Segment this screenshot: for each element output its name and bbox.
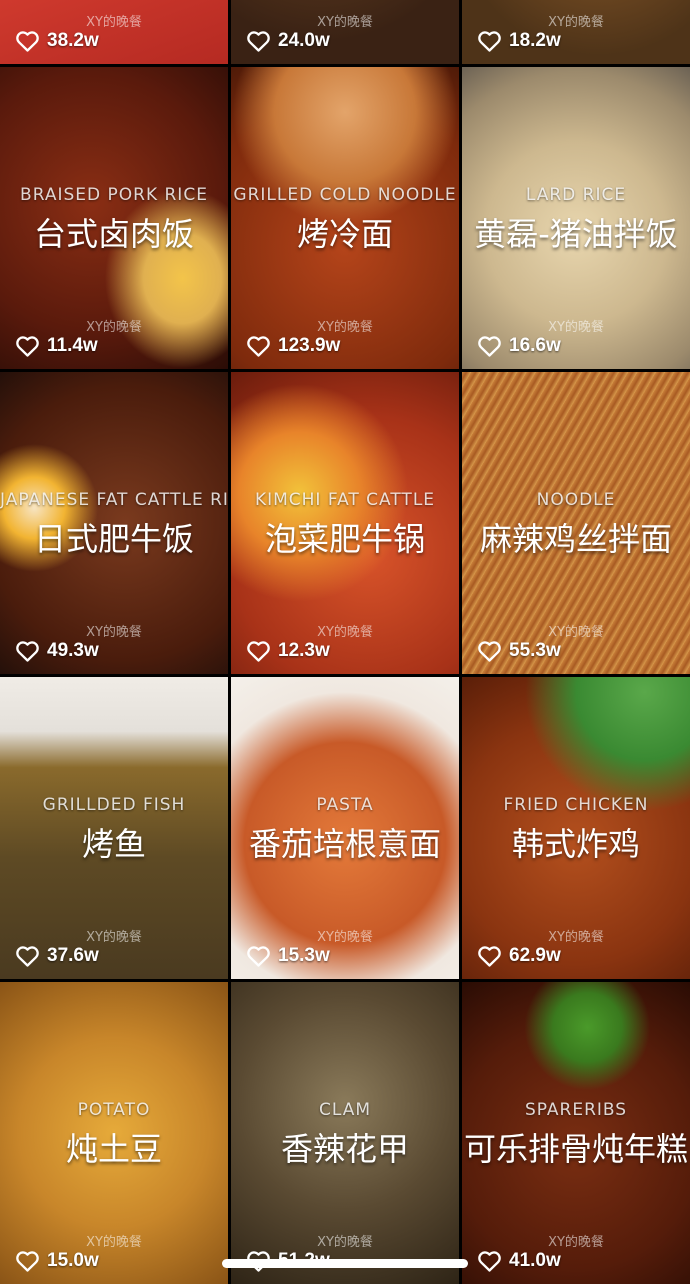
like-count: 11.4w bbox=[15, 333, 98, 359]
dish-english-title: BRAISED PORK RICE bbox=[20, 185, 208, 205]
video-thumbnail[interactable]: GRILLED COLD NOODLE 烤冷面 XY的晚餐 123.9w bbox=[231, 67, 459, 369]
like-count: 15.3w bbox=[246, 943, 330, 969]
video-thumbnail[interactable]: PASTA 番茄培根意面 XY的晚餐 15.3w bbox=[231, 677, 459, 979]
heart-icon bbox=[15, 945, 40, 967]
like-count: 123.9w bbox=[246, 333, 340, 359]
video-thumbnail[interactable]: FRIED CHICKEN 韩式炸鸡 XY的晚餐 62.9w bbox=[462, 677, 690, 979]
home-indicator[interactable] bbox=[222, 1259, 468, 1268]
heart-icon bbox=[477, 335, 502, 357]
dish-chinese-title: 可乐排骨炖年糕 bbox=[463, 1130, 688, 1168]
heart-icon bbox=[477, 1250, 502, 1272]
like-count-value: 62.9w bbox=[509, 945, 561, 966]
like-count: 16.6w bbox=[477, 333, 561, 359]
like-count-value: 123.9w bbox=[278, 335, 341, 356]
video-thumbnail[interactable]: CLAM香辣花甲XY的晚餐51.2w bbox=[231, 982, 459, 1284]
heart-icon bbox=[246, 335, 271, 357]
like-count: 15.0w bbox=[15, 1248, 99, 1274]
dish-chinese-title: 炖土豆 bbox=[65, 1130, 162, 1168]
dish-chinese-title: 日式肥牛饭 bbox=[33, 520, 194, 558]
heart-icon bbox=[15, 1250, 40, 1272]
dish-english-title: POTATO bbox=[77, 1100, 151, 1120]
video-thumbnail[interactable]: XY的晚餐 24.0w bbox=[231, 0, 459, 64]
heart-icon bbox=[15, 640, 40, 662]
like-count-value: 55.3w bbox=[509, 640, 561, 661]
heart-icon bbox=[477, 30, 502, 52]
like-count: 24.0w bbox=[246, 28, 330, 54]
like-count: 38.2w bbox=[15, 28, 99, 54]
heart-icon bbox=[15, 335, 40, 357]
dish-english-title: NOODLE bbox=[536, 490, 616, 510]
heart-icon bbox=[477, 945, 502, 967]
dish-english-title: SPARERIBS bbox=[524, 1100, 628, 1120]
video-thumbnail[interactable]: SPARERIBS 可乐排骨炖年糕 XY的晚餐 41.0w bbox=[462, 982, 690, 1284]
like-count: 41.0w bbox=[477, 1248, 561, 1274]
dish-chinese-title: 烤鱼 bbox=[81, 825, 146, 863]
dish-english-title: JAPANESE FAT CATTLE RICE bbox=[0, 490, 228, 510]
like-count-value: 38.2w bbox=[47, 30, 99, 51]
like-count-value: 15.0w bbox=[47, 1250, 99, 1271]
dish-english-title: PASTA bbox=[316, 795, 374, 815]
dish-chinese-title: 黄磊-猪油拌饭 bbox=[474, 215, 678, 253]
video-thumbnail[interactable]: BRAISED PORK RICE 台式卤肉饭 XY的晚餐 11.4w bbox=[0, 67, 228, 369]
video-thumbnail[interactable]: LARD RICE 黄磊-猪油拌饭 XY的晚餐 16.6w bbox=[462, 67, 690, 369]
heart-icon bbox=[477, 640, 502, 662]
dish-chinese-title: 泡菜肥牛锅 bbox=[264, 520, 425, 558]
heart-icon bbox=[246, 640, 271, 662]
like-count-value: 18.2w bbox=[509, 30, 561, 51]
dish-chinese-title: 麻辣鸡丝拌面 bbox=[479, 520, 672, 558]
dish-english-title: CLAM bbox=[318, 1100, 372, 1120]
dish-english-title: GRILLED COLD NOODLE bbox=[233, 185, 457, 205]
like-count-value: 37.6w bbox=[47, 945, 99, 966]
dish-chinese-title: 香辣花甲 bbox=[280, 1130, 409, 1168]
dish-chinese-title: 烤冷面 bbox=[296, 215, 393, 253]
video-thumbnail[interactable]: KIMCHI FAT CATTLE 泡菜肥牛锅 XY的晚餐 12.3w bbox=[231, 372, 459, 674]
like-count-value: 16.6w bbox=[509, 335, 561, 356]
video-thumbnail[interactable]: GRILLDED FISH 烤鱼 XY的晚餐 37.6w bbox=[0, 677, 228, 979]
like-count-value: 24.0w bbox=[278, 30, 330, 51]
video-thumbnail[interactable]: NOODLE 麻辣鸡丝拌面 XY的晚餐 55.3w bbox=[462, 372, 690, 674]
like-count: 12.3w bbox=[246, 638, 330, 664]
like-count: 18.2w bbox=[477, 28, 561, 54]
like-count: 37.6w bbox=[15, 943, 99, 969]
heart-icon bbox=[246, 945, 271, 967]
heart-icon bbox=[15, 30, 40, 52]
dish-chinese-title: 台式卤肉饭 bbox=[33, 215, 194, 253]
like-count-value: 41.0w bbox=[509, 1250, 561, 1271]
dish-english-title: FRIED CHICKEN bbox=[503, 795, 649, 815]
like-count: 49.3w bbox=[15, 638, 99, 664]
dish-english-title: GRILLDED FISH bbox=[42, 795, 186, 815]
like-count-value: 11.4w bbox=[47, 335, 98, 356]
heart-icon bbox=[246, 30, 271, 52]
video-thumbnail[interactable]: POTATO 炖土豆 XY的晚餐 15.0w bbox=[0, 982, 228, 1284]
dish-english-title: LARD RICE bbox=[525, 185, 627, 205]
like-count-value: 49.3w bbox=[47, 640, 99, 661]
video-thumbnail[interactable]: JAPANESE FAT CATTLE RICE日式肥牛饭XY的晚餐49.3w bbox=[0, 372, 228, 674]
video-thumbnail[interactable]: XY的晚餐 38.2w bbox=[0, 0, 228, 64]
like-count-value: 12.3w bbox=[278, 640, 330, 661]
like-count: 62.9w bbox=[477, 943, 561, 969]
dish-chinese-title: 番茄培根意面 bbox=[248, 825, 441, 863]
dish-english-title: KIMCHI FAT CATTLE bbox=[254, 490, 436, 510]
like-count-value: 15.3w bbox=[278, 945, 330, 966]
like-count: 55.3w bbox=[477, 638, 561, 664]
dish-chinese-title: 韩式炸鸡 bbox=[511, 825, 640, 863]
video-thumbnail[interactable]: XY的晚餐 18.2w bbox=[462, 0, 690, 64]
